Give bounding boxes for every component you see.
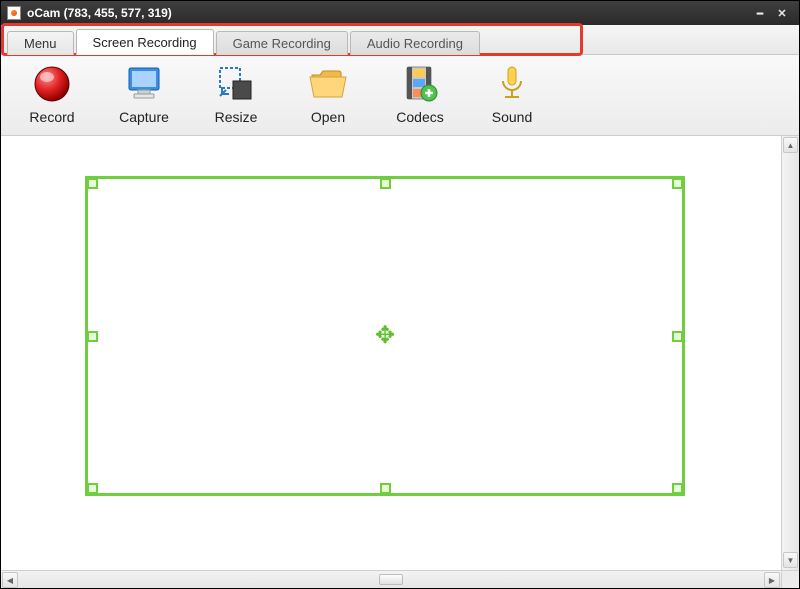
record-icon (31, 63, 73, 105)
capture-label: Capture (119, 109, 169, 125)
handle-ne[interactable] (672, 178, 683, 189)
tab-menu[interactable]: Menu (7, 31, 74, 55)
scroll-left-button[interactable]: ◀ (2, 572, 18, 588)
workspace: ✥ ▲ ▼ ◀ ▶ (1, 136, 799, 588)
open-button[interactable]: Open (295, 63, 361, 125)
scroll-down-button[interactable]: ▼ (783, 552, 798, 568)
titlebar[interactable]: oCam (783, 455, 577, 319) (1, 1, 799, 25)
sound-button[interactable]: Sound (479, 63, 545, 125)
close-button[interactable] (771, 5, 793, 21)
microphone-icon (491, 63, 533, 105)
move-icon: ✥ (375, 324, 395, 348)
monitor-icon (123, 63, 165, 105)
handle-w[interactable] (87, 331, 98, 342)
tab-screen-label: Screen Recording (93, 35, 197, 50)
tab-menu-label: Menu (24, 36, 57, 51)
canvas[interactable]: ✥ (1, 136, 781, 570)
record-button[interactable]: Record (19, 63, 85, 125)
handle-nw[interactable] (87, 178, 98, 189)
hscroll-thumb[interactable] (379, 574, 403, 585)
minimize-button[interactable] (749, 5, 771, 21)
tab-audio-recording[interactable]: Audio Recording (350, 31, 480, 55)
tab-bar: Menu Screen Recording Game Recording Aud… (1, 25, 799, 55)
tab-game-recording[interactable]: Game Recording (216, 31, 348, 55)
horizontal-scrollbar[interactable]: ◀ ▶ (1, 570, 781, 588)
sound-label: Sound (492, 109, 532, 125)
window-title: oCam (783, 455, 577, 319) (27, 6, 172, 20)
capture-button[interactable]: Capture (111, 63, 177, 125)
capture-region[interactable]: ✥ (85, 176, 685, 496)
tab-audio-label: Audio Recording (367, 36, 463, 51)
resize-button[interactable]: Resize (203, 63, 269, 125)
codecs-button[interactable]: Codecs (387, 63, 453, 125)
handle-e[interactable] (672, 331, 683, 342)
folder-icon (307, 63, 349, 105)
record-label: Record (29, 109, 74, 125)
app-icon (7, 6, 21, 20)
handle-n[interactable] (380, 178, 391, 189)
open-label: Open (311, 109, 345, 125)
handle-s[interactable] (380, 483, 391, 494)
handle-sw[interactable] (87, 483, 98, 494)
resize-icon (215, 63, 257, 105)
app-window: oCam (783, 455, 577, 319) Menu Screen Re… (0, 0, 800, 589)
handle-se[interactable] (672, 483, 683, 494)
toolbar: Record Capture (1, 55, 799, 136)
scroll-corner (781, 570, 799, 588)
codecs-label: Codecs (396, 109, 443, 125)
resize-label: Resize (215, 109, 258, 125)
vertical-scrollbar[interactable]: ▲ ▼ (781, 136, 799, 570)
tab-game-label: Game Recording (233, 36, 331, 51)
scroll-up-button[interactable]: ▲ (783, 137, 798, 153)
tab-screen-recording[interactable]: Screen Recording (76, 29, 214, 55)
scroll-right-button[interactable]: ▶ (764, 572, 780, 588)
codecs-icon (399, 63, 441, 105)
